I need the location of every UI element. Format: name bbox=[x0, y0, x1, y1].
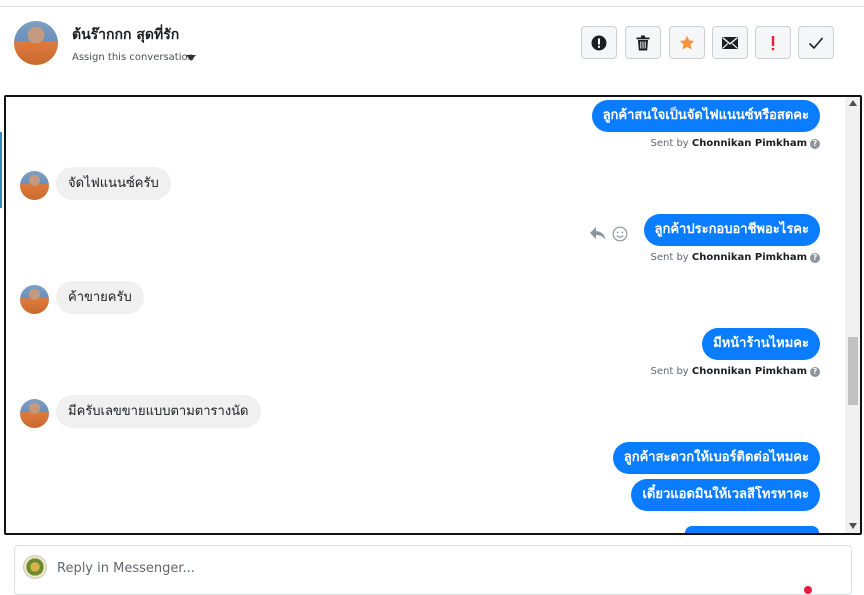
contact-name[interactable]: ต้นร๊ากกก สุดที่รัก bbox=[72, 24, 179, 46]
follow-up-button[interactable] bbox=[755, 26, 791, 59]
report-spam-button[interactable] bbox=[581, 26, 617, 59]
star-icon bbox=[679, 35, 695, 49]
envelope-icon bbox=[722, 36, 738, 49]
sent-by-label: Sent by Chonnikan Pimkham? bbox=[650, 138, 820, 149]
contact-avatar-small[interactable] bbox=[20, 399, 49, 428]
contact-avatar-small[interactable] bbox=[20, 285, 49, 314]
sent-by-prefix: Sent by bbox=[650, 366, 689, 377]
page-avatar bbox=[23, 555, 47, 579]
outgoing-message[interactable]: มีหน้าร้านไหมคะ bbox=[702, 328, 820, 360]
help-icon[interactable]: ? bbox=[810, 367, 820, 377]
exclamation-icon bbox=[771, 35, 775, 50]
assign-conversation-link[interactable]: Assign this conversation bbox=[72, 52, 194, 63]
sent-by-label: Sent by Chonnikan Pimkham? bbox=[650, 366, 820, 377]
mark-done-button[interactable] bbox=[798, 26, 834, 59]
trash-icon bbox=[636, 35, 650, 50]
sender-name[interactable]: Chonnikan Pimkham bbox=[692, 138, 807, 149]
mark-unread-button[interactable] bbox=[712, 26, 748, 59]
incoming-message[interactable]: มีครับเลขขายแบบตามตารางนัด bbox=[56, 395, 261, 428]
help-icon[interactable]: ? bbox=[810, 253, 820, 263]
contact-avatar-small[interactable] bbox=[20, 171, 49, 200]
outgoing-message-partial[interactable] bbox=[685, 526, 819, 533]
sent-by-label: Sent by Chonnikan Pimkham? bbox=[650, 252, 820, 263]
scrollbar-thumb[interactable] bbox=[848, 337, 858, 405]
notification-dot bbox=[804, 586, 812, 594]
sent-by-prefix: Sent by bbox=[650, 252, 689, 263]
reply-input[interactable] bbox=[57, 557, 757, 579]
outgoing-message[interactable]: ลูกค้าประกอบอาชีพอะไรคะ bbox=[643, 214, 820, 246]
left-edge-accent bbox=[0, 132, 2, 208]
emoji-reaction-icon[interactable] bbox=[612, 226, 628, 242]
incoming-message[interactable]: จัดไฟแนนซ์ครับ bbox=[56, 167, 171, 200]
caret-down-icon[interactable] bbox=[186, 55, 196, 61]
sent-by-prefix: Sent by bbox=[650, 138, 689, 149]
incoming-message[interactable]: ค้าขายครับ bbox=[56, 281, 144, 314]
scrollbar-track[interactable] bbox=[845, 97, 860, 533]
scroll-up-arrow-icon[interactable] bbox=[849, 100, 857, 106]
sender-name[interactable]: Chonnikan Pimkham bbox=[692, 366, 807, 377]
sender-name[interactable]: Chonnikan Pimkham bbox=[692, 252, 807, 263]
delete-button[interactable] bbox=[625, 26, 661, 59]
help-icon[interactable]: ? bbox=[810, 139, 820, 149]
scroll-down-arrow-icon[interactable] bbox=[849, 523, 857, 529]
reply-icon[interactable] bbox=[589, 226, 607, 242]
star-button[interactable] bbox=[669, 26, 705, 59]
checkmark-icon bbox=[808, 36, 824, 49]
outgoing-message[interactable]: ลูกค้าสะดวกให้เบอร์ติดต่อไหมคะ bbox=[612, 442, 820, 474]
outgoing-message[interactable]: ลูกค้าสนใจเป็นจัดไฟแนนซ์หรือสดคะ bbox=[591, 100, 820, 132]
outgoing-message[interactable]: เดี๋ยวแอดมินให้เวลสีโทรหาคะ bbox=[631, 479, 820, 511]
contact-avatar[interactable] bbox=[14, 21, 58, 65]
exclamation-circle-icon bbox=[591, 35, 607, 50]
